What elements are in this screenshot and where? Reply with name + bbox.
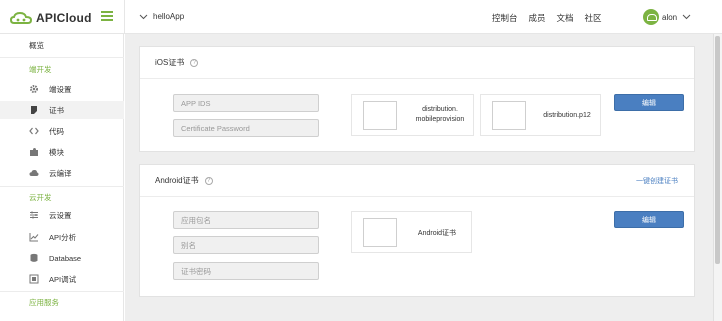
puzzle-icon xyxy=(29,147,39,157)
chevron-down-icon xyxy=(139,14,148,19)
upload-label: distribution.p12 xyxy=(543,112,591,119)
menu-toggle-icon[interactable] xyxy=(101,11,113,21)
panel-header: iOS证书 ? xyxy=(140,47,694,79)
divider xyxy=(0,186,124,187)
app-selector[interactable]: helloApp xyxy=(139,12,184,21)
upload-label-line-2: mobileprovision xyxy=(415,116,465,123)
sidebar-section-services: 应用服务 xyxy=(29,298,59,307)
upload-mobileprovision[interactable]: distribution. mobileprovision xyxy=(351,94,474,136)
app-name: helloApp xyxy=(153,12,185,21)
sidebar-item-overview[interactable]: 概览 xyxy=(0,36,124,54)
user-menu[interactable]: alon xyxy=(643,9,691,25)
sidebar-item-label: API分析 xyxy=(49,232,77,242)
upload-box[interactable] xyxy=(492,101,526,130)
line-chart-icon xyxy=(29,232,39,242)
divider xyxy=(0,57,124,58)
user-name: alon xyxy=(662,12,678,22)
nav-console[interactable]: 控制台 xyxy=(492,12,518,24)
divider xyxy=(0,291,124,292)
sidebar-item-label: 概览 xyxy=(29,40,44,50)
upload-box[interactable] xyxy=(363,101,397,130)
database-icon xyxy=(29,253,39,263)
brand-logo[interactable]: APICloud xyxy=(9,9,92,27)
package-name-input[interactable]: 应用包名 xyxy=(173,211,319,229)
sidebar-item-label: 端设置 xyxy=(49,84,72,94)
alias-input[interactable]: 别名 xyxy=(173,236,319,254)
sidebar-section-cloud: 云开发 xyxy=(29,193,52,202)
chevron-down-icon xyxy=(682,14,691,20)
sidebar-item-cloud-build[interactable]: 云编译 xyxy=(0,164,124,182)
divider xyxy=(124,0,125,34)
top-nav: 控制台 成员 文档 社区 xyxy=(492,12,613,24)
nav-docs[interactable]: 文档 xyxy=(557,12,574,24)
upload-p12[interactable]: distribution.p12 xyxy=(480,94,601,136)
sidebar-section-dev: 端开发 xyxy=(29,65,52,74)
android-edit-button[interactable]: 编辑 xyxy=(614,211,684,228)
upload-label: distribution. mobileprovision xyxy=(408,105,472,125)
help-icon[interactable]: ? xyxy=(190,58,199,67)
apicloud-logo-icon xyxy=(9,11,33,25)
sidebar-item-api-debug[interactable]: API调试 xyxy=(0,270,124,288)
sliders-icon xyxy=(29,210,39,220)
help-icon[interactable]: ? xyxy=(204,176,213,185)
panel-title: Android证书 xyxy=(155,176,199,185)
sidebar-item-label: Database xyxy=(49,253,82,263)
scrollbar-thumb[interactable] xyxy=(715,36,720,264)
sidebar-item-label: 云编译 xyxy=(49,168,72,178)
upload-label-line-1: distribution. xyxy=(422,106,458,113)
app-ids-input[interactable]: APP IDS xyxy=(173,94,319,112)
top-bar: APICloud helloApp 控制台 成员 文档 社区 alon xyxy=(0,0,722,34)
code-icon xyxy=(29,126,39,136)
create-certificate-link[interactable]: 一键创建证书 xyxy=(636,176,678,186)
nav-community[interactable]: 社区 xyxy=(585,12,602,24)
certificate-icon xyxy=(29,105,39,115)
certificate-password-input[interactable]: Certificate Password xyxy=(173,119,319,137)
gear-icon xyxy=(29,84,39,94)
nav-members[interactable]: 成员 xyxy=(529,12,546,24)
sidebar-item-label: 代码 xyxy=(49,126,64,136)
upload-box[interactable] xyxy=(363,218,397,247)
sidebar-item-certificates[interactable]: 证书 xyxy=(0,101,124,119)
certificate-password-input[interactable]: 证书密码 xyxy=(173,262,319,280)
panel-title: iOS证书 xyxy=(155,58,185,67)
debug-icon xyxy=(29,274,39,284)
sidebar-item-cloud-settings[interactable]: 云设置 xyxy=(0,206,124,224)
upload-android-certificate[interactable]: Android证书 xyxy=(351,211,472,253)
sidebar-item-code[interactable]: 代码 xyxy=(0,122,124,140)
sidebar-item-label: 模块 xyxy=(49,147,64,157)
sidebar-item-label: 云设置 xyxy=(49,210,72,220)
sidebar: 概览 端开发 端设置 证书 代码 模块 云编译 云开发 云设置 API分析 Da… xyxy=(0,34,124,321)
sidebar-item-database[interactable]: Database xyxy=(0,249,124,267)
sidebar-item-modules[interactable]: 模块 xyxy=(0,143,124,161)
brand-name: APICloud xyxy=(36,11,92,25)
sidebar-item-settings[interactable]: 端设置 xyxy=(0,80,124,98)
upload-label: Android证书 xyxy=(417,230,457,237)
ios-edit-button[interactable]: 编辑 xyxy=(614,94,684,111)
cloud-icon xyxy=(29,168,39,178)
sidebar-item-label: API调试 xyxy=(49,274,77,284)
avatar xyxy=(643,9,659,25)
sidebar-item-label: 证书 xyxy=(49,105,64,115)
sidebar-item-api-analytics[interactable]: API分析 xyxy=(0,228,124,246)
panel-header: Android证书 ? 一键创建证书 xyxy=(140,165,694,197)
